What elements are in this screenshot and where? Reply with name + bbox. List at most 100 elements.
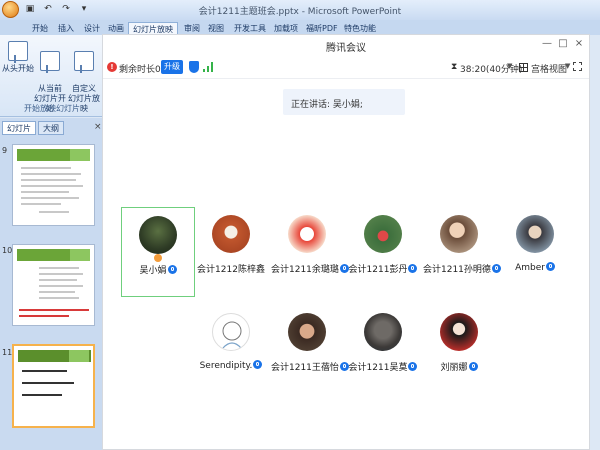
slides-pane: 幻灯片 大纲 × 9 10 11	[0, 118, 104, 450]
participant-tile[interactable]: 会计1211吴莫	[347, 305, 421, 395]
tab-slides[interactable]: 幻灯片	[2, 121, 36, 135]
powerpoint-window-title: 会计1211主题班会.pptx - Microsoft PowerPoint	[198, 7, 402, 17]
slide-badge	[70, 249, 90, 261]
view-mode-label[interactable]: 宫格视图	[531, 62, 567, 75]
avatar	[288, 313, 326, 351]
participant-tile[interactable]: 吴小娟	[121, 207, 195, 297]
grid-view-icon[interactable]	[519, 63, 528, 72]
hourglass-icon: ⧗	[451, 62, 458, 72]
slide-text-line	[21, 203, 61, 205]
shield-icon[interactable]	[189, 61, 199, 73]
participant-name: Amber	[515, 263, 545, 273]
signal-icon[interactable]	[203, 62, 215, 72]
slideshow-icon	[8, 41, 28, 63]
participant-name: 会计1211彭丹	[348, 265, 408, 275]
meeting-toolbar: ! 剩余时长01:41 升级 ⧗ 38:20(40分钟) ▼ 宫格视图 ▼	[103, 57, 589, 79]
participant-name: 会计1211孙明德	[423, 265, 491, 275]
pane-tabs: 幻灯片 大纲	[2, 121, 64, 135]
slide-thumbnail-selected[interactable]	[12, 344, 95, 428]
slide-text-line	[39, 291, 75, 293]
participant-tile[interactable]: 刘丽娜	[423, 305, 497, 395]
mic-icon	[167, 265, 177, 274]
slide-text-line	[22, 382, 74, 384]
slide-text-line	[22, 370, 67, 372]
avatar	[212, 313, 250, 351]
participant-name: Serendipity.	[199, 361, 253, 371]
avatar	[440, 313, 478, 351]
slide-badge	[70, 149, 90, 161]
slide-thumbnail[interactable]	[12, 244, 95, 326]
participant-name: 会计1211余璐璐	[271, 265, 339, 275]
mic-icon	[468, 362, 478, 371]
participant-tile[interactable]: 会计1211王蓓怡	[271, 305, 349, 395]
participant-name: 会计1211吴莫	[348, 363, 408, 373]
slide-text-line	[39, 273, 83, 275]
slideshow-current-icon	[40, 51, 60, 73]
participant-name: 吴小娟	[139, 266, 167, 276]
slide-number: 11	[2, 348, 13, 357]
chevron-down-icon[interactable]: ▼	[565, 62, 570, 70]
mic-icon	[408, 264, 418, 273]
slide-red-text	[19, 315, 69, 317]
avatar	[139, 216, 177, 254]
meeting-titlebar: 腾讯会议 — □ ×	[103, 35, 589, 55]
sketch-avatar-icon	[222, 321, 242, 349]
participant-tile[interactable]: 会计1211余璐璐	[271, 207, 349, 297]
participant-tile[interactable]: Amber	[499, 207, 573, 297]
speaking-label: 正在讲话: 吴小娟;	[291, 100, 363, 110]
ribbon-tabs: 开始 插入 设计 动画 幻灯片放映 审阅 视图 开发工具 加载项 福昕PDF 特…	[0, 20, 600, 35]
pane-close-icon[interactable]: ×	[94, 122, 102, 132]
ribbon-body: 从头开始 从当前 幻灯片开始 自定义 幻灯片放映 开始放映幻灯片	[0, 35, 104, 117]
slide-text-line	[21, 191, 69, 193]
slide-red-text	[19, 309, 89, 311]
slide-text-line	[39, 211, 69, 213]
participant-tile[interactable]: 会计1212陈梓鑫	[195, 207, 269, 297]
avatar	[516, 215, 554, 253]
mic-icon	[253, 360, 263, 369]
speaking-indicator: 正在讲话: 吴小娟;	[283, 89, 405, 115]
mic-icon	[408, 362, 418, 371]
close-button[interactable]: ×	[573, 38, 585, 49]
ribbon-group-label: 开始放映幻灯片	[24, 104, 80, 113]
participant-name: 会计1212陈梓鑫	[197, 265, 265, 275]
upgrade-button[interactable]: 升级	[161, 60, 183, 74]
fullscreen-icon[interactable]	[573, 62, 582, 71]
from-beginning-label: 从头开始	[2, 64, 34, 73]
avatar	[440, 215, 478, 253]
slide-text-line	[21, 197, 79, 199]
participant-name: 会计1211王蓓怡	[271, 363, 339, 373]
slide-thumbnail[interactable]	[12, 144, 95, 226]
avatar	[288, 215, 326, 253]
slide-text-line	[22, 394, 62, 396]
meeting-title: 腾讯会议	[326, 43, 366, 54]
slide-text-line	[39, 285, 83, 287]
tab-home[interactable]: 开始	[28, 22, 52, 35]
meeting-window: 腾讯会议 — □ × ! 剩余时长01:41 升级 ⧗ 38:20(40分钟) …	[102, 34, 590, 450]
participant-tile[interactable]: 会计1211彭丹	[347, 207, 421, 297]
participant-tile[interactable]: 会计1211孙明德	[423, 207, 501, 297]
tab-insert[interactable]: 插入	[54, 22, 78, 35]
mic-icon	[545, 262, 555, 271]
avatar	[212, 215, 250, 253]
warning-icon: !	[107, 62, 117, 72]
custom-slideshow-icon	[74, 51, 94, 73]
minimize-button[interactable]: —	[541, 38, 553, 49]
speaker-pin-icon	[154, 254, 162, 262]
avatar	[364, 313, 402, 351]
slide-text-line	[21, 167, 71, 169]
slide-text-line	[21, 185, 83, 187]
chevron-down-icon[interactable]: ▼	[507, 62, 512, 70]
participant-tile[interactable]: Serendipity.	[195, 305, 269, 395]
slide-text-line	[39, 279, 77, 281]
slide-text-line	[21, 179, 76, 181]
maximize-button[interactable]: □	[557, 38, 569, 49]
slide-text-line	[21, 173, 81, 175]
tab-outline[interactable]: 大纲	[38, 121, 64, 135]
slide-number: 10	[2, 246, 13, 255]
participant-name: 刘丽娜	[440, 363, 468, 373]
slide-badge	[69, 350, 89, 362]
powerpoint-titlebar: ▣ ↶ ↷ ▾ 会计1211主题班会.pptx - Microsoft Powe…	[0, 0, 600, 20]
slide-text-line	[39, 267, 79, 269]
tab-design[interactable]: 设计	[80, 22, 104, 35]
from-beginning-button[interactable]: 从头开始	[2, 41, 34, 74]
